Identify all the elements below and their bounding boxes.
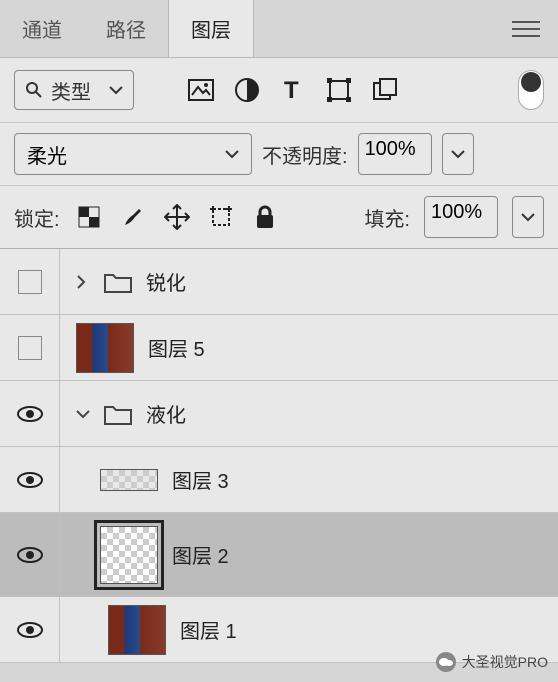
lock-brush-icon[interactable] (118, 202, 148, 232)
watermark-text: 大圣视觉PRO (462, 652, 548, 672)
chevron-down-icon (225, 149, 239, 159)
filter-adjustment-icon[interactable] (232, 75, 262, 105)
panel-tabs: 通道 路径 图层 (0, 0, 558, 58)
layer-name: 液化 (146, 399, 186, 428)
fill-input[interactable]: 100% (424, 196, 498, 238)
layer-name: 图层 1 (180, 615, 237, 644)
layer-row[interactable]: 液化 (0, 381, 558, 447)
svg-text:T: T (284, 77, 299, 103)
filter-smartobject-icon[interactable] (370, 75, 400, 105)
tab-paths[interactable]: 路径 (84, 0, 168, 57)
lock-position-icon[interactable] (162, 202, 192, 232)
eye-icon (17, 546, 43, 564)
tab-channels[interactable]: 通道 (0, 0, 84, 57)
visibility-toggle[interactable] (0, 381, 60, 446)
layer-name: 图层 5 (148, 333, 205, 362)
folder-icon (104, 403, 132, 425)
visibility-toggle[interactable] (0, 249, 60, 314)
filter-type-select[interactable]: 类型 (14, 70, 134, 110)
opacity-dropdown[interactable] (442, 133, 474, 175)
panel-menu-icon[interactable] (494, 20, 558, 38)
eye-icon (17, 621, 43, 639)
layer-row[interactable]: 锐化 (0, 249, 558, 315)
watermark: 大圣视觉PRO (436, 652, 548, 672)
fill-dropdown[interactable] (512, 196, 544, 238)
tab-layers[interactable]: 图层 (168, 0, 254, 57)
filter-toolbar: 类型 T (0, 58, 558, 122)
folder-icon (104, 271, 132, 293)
search-icon (25, 81, 43, 99)
layer-row[interactable]: 图层 3 (0, 447, 558, 513)
lock-all-icon[interactable] (250, 202, 280, 232)
lock-toolbar: 锁定: 填充: 100% (0, 185, 558, 248)
disclosure-open-icon[interactable] (76, 409, 90, 419)
eye-icon (17, 405, 43, 423)
blend-mode-select[interactable]: 柔光 (14, 133, 252, 175)
filter-type-label: 类型 (51, 76, 91, 105)
layer-row[interactable]: 图层 5 (0, 315, 558, 381)
filter-text-icon[interactable]: T (278, 75, 308, 105)
fill-label: 填充: (364, 203, 410, 232)
filter-toggle[interactable] (518, 70, 544, 110)
layer-row[interactable]: 图层 2 (0, 513, 558, 597)
opacity-input[interactable]: 100% (358, 133, 432, 175)
visibility-toggle[interactable] (0, 597, 60, 662)
visibility-toggle[interactable] (0, 513, 60, 596)
filter-pixel-icon[interactable] (186, 75, 216, 105)
eye-icon (17, 471, 43, 489)
lock-transparent-icon[interactable] (74, 202, 104, 232)
wechat-icon (436, 652, 456, 672)
blend-mode-value: 柔光 (27, 140, 67, 169)
visibility-toggle[interactable] (0, 315, 60, 380)
blend-toolbar: 柔光 不透明度: 100% (0, 122, 558, 185)
layer-thumbnail[interactable] (100, 469, 158, 491)
filter-shape-icon[interactable] (324, 75, 354, 105)
layer-name: 锐化 (146, 267, 186, 296)
layer-name: 图层 3 (172, 465, 229, 494)
visibility-toggle[interactable] (0, 447, 60, 512)
opacity-label: 不透明度: (262, 140, 348, 169)
chevron-down-icon (451, 149, 465, 159)
layers-list: 锐化 图层 5 液化 图层 3 图 (0, 248, 558, 663)
layer-thumbnail[interactable] (100, 526, 158, 584)
lock-label: 锁定: (14, 203, 60, 232)
layer-name: 图层 2 (172, 540, 229, 569)
disclosure-closed-icon[interactable] (76, 275, 90, 289)
chevron-down-icon (109, 85, 123, 95)
chevron-down-icon (521, 212, 535, 222)
layer-thumbnail[interactable] (108, 605, 166, 655)
lock-artboard-icon[interactable] (206, 202, 236, 232)
layer-thumbnail[interactable] (76, 323, 134, 373)
